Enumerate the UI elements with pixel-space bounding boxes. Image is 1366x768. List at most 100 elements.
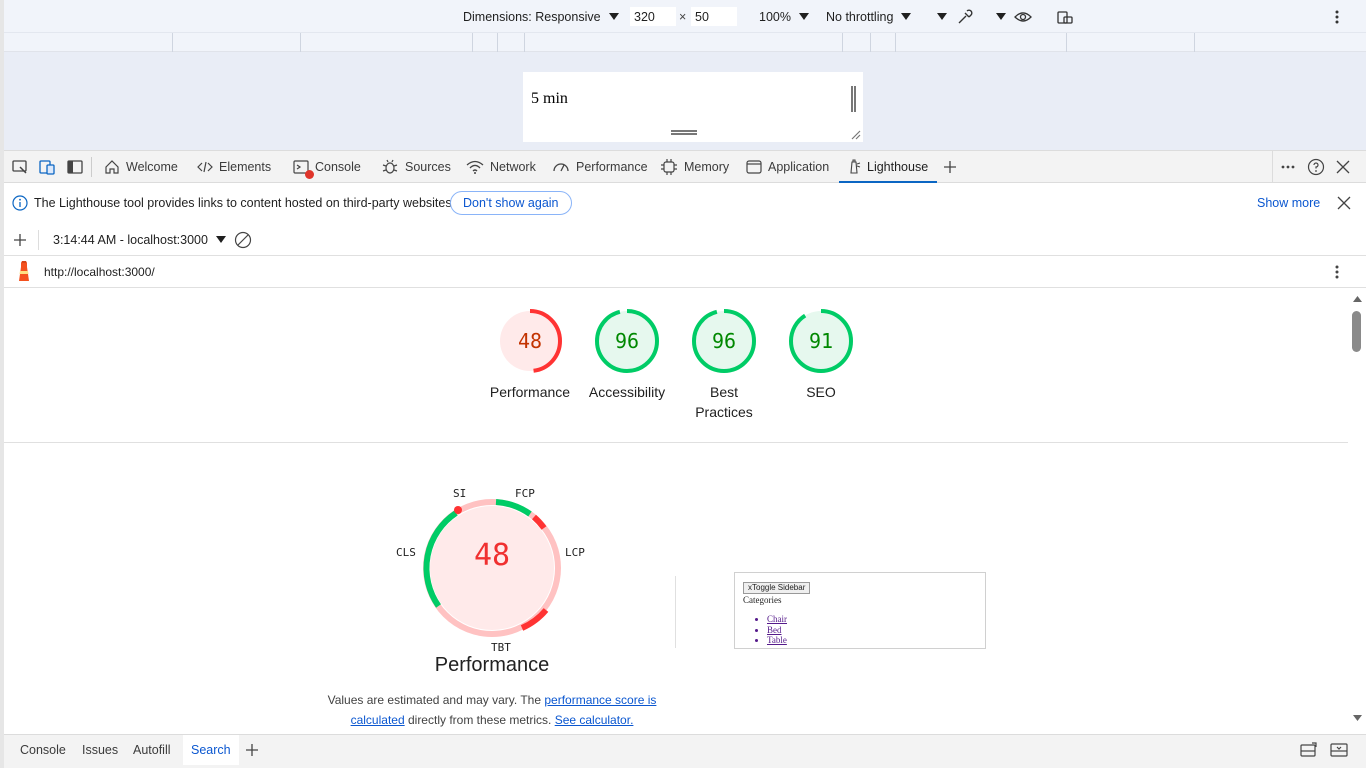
score-gauge-performance[interactable]: 48 Performance (482, 308, 578, 402)
device-viewport: 5 min (4, 52, 1366, 150)
memory-chip-icon (660, 158, 678, 176)
vision-deficiency-button[interactable] (1014, 0, 1032, 33)
drawer-add-tab-button[interactable] (245, 743, 259, 757)
metric-label-si: SI (453, 487, 467, 500)
score-value: 48 (517, 329, 543, 353)
tab-label: Memory (684, 160, 730, 174)
score-gauge-best-practices[interactable]: 96 Best Practices (676, 308, 772, 422)
score-gauge-accessibility[interactable]: 96 Accessibility (579, 308, 675, 402)
chevron-down-icon (996, 13, 1006, 20)
close-drawer-icon[interactable] (1330, 742, 1348, 758)
score-gauge-seo[interactable]: 91 SEO (773, 308, 869, 402)
close-infobar-icon[interactable] (1337, 196, 1351, 210)
width-input[interactable] (630, 7, 676, 26)
performance-note: Values are estimated and may vary. The p… (322, 690, 662, 730)
more-tools-button[interactable] (1281, 151, 1295, 183)
dimensions-dropdown[interactable]: Dimensions: Responsive (463, 0, 619, 33)
dock-side-button[interactable] (66, 151, 84, 183)
gauge-icon (552, 159, 570, 175)
throttling-label: No throttling (826, 9, 894, 24)
inspect-element-button[interactable] (11, 151, 29, 183)
tab-memory[interactable]: Memory (660, 151, 729, 183)
tab-performance[interactable]: Performance (552, 151, 648, 183)
metric-label-lcp: LCP (565, 546, 585, 559)
drawer-tab-issues[interactable]: Issues (82, 735, 118, 765)
chevron-down-icon (608, 13, 619, 20)
lighthouse-icon (847, 159, 861, 175)
throttling-dropdown[interactable]: No throttling (826, 0, 912, 33)
tab-lighthouse[interactable]: Lighthouse (839, 151, 938, 183)
device-toolbar-toggle[interactable] (38, 151, 56, 183)
inspect-icon (11, 158, 29, 176)
metric-label-cls: CLS (396, 546, 416, 559)
score-circle: 96 (594, 308, 660, 374)
tab-label: Network (490, 160, 536, 174)
sidebar-icon (66, 158, 84, 176)
lighthouse-report: 48 Performance 96 Accessibility 96 Best Pract… (4, 288, 1348, 730)
new-report-button[interactable] (13, 233, 27, 247)
close-devtools-button[interactable] (1336, 151, 1350, 183)
score-value: 96 (614, 329, 640, 353)
dimensions-label: Dimensions: Responsive (463, 9, 601, 24)
report-scrollbar[interactable] (1348, 288, 1366, 730)
tab-label: Welcome (126, 160, 178, 174)
sensors-button[interactable] (956, 0, 974, 33)
chevron-down-icon (937, 13, 947, 20)
scroll-down-arrow-icon[interactable] (1353, 715, 1362, 721)
media-query-ruler[interactable] (4, 33, 1366, 52)
report-url[interactable]: http://localhost:3000/ (44, 265, 155, 279)
report-menu-button[interactable] (1334, 264, 1340, 280)
rotate-device-icon (1056, 8, 1074, 26)
thumbnail-categories: Categories (743, 595, 782, 605)
close-icon (1336, 160, 1350, 174)
scroll-up-arrow-icon[interactable] (1353, 296, 1362, 302)
drawer-tab-console[interactable]: Console (20, 735, 66, 765)
tab-label: Elements (219, 160, 272, 174)
clear-reports-button[interactable] (234, 231, 252, 249)
dock-drawer-icon[interactable] (1300, 742, 1318, 758)
resize-handle-bottom[interactable] (671, 130, 697, 135)
more-horizontal-icon (1281, 165, 1295, 169)
tab-network[interactable]: Network (466, 151, 536, 183)
device-more-options-button[interactable] (1334, 0, 1340, 33)
save-data-dropdown[interactable] (929, 0, 947, 33)
zoom-dropdown[interactable]: 100% (759, 0, 809, 33)
performance-big-score: 48 (473, 538, 511, 573)
report-toolbar: 3:14:44 AM - localhost:3000 (4, 223, 1366, 256)
add-tab-button[interactable] (943, 151, 957, 183)
see-calculator-link[interactable]: See calculator. (555, 713, 634, 727)
drawer-tabstrip: Console Issues Autofill Search (4, 734, 1366, 768)
vision-dropdown[interactable] (988, 0, 1006, 33)
resize-handle-right[interactable] (851, 86, 856, 112)
show-more-link[interactable]: Show more (1257, 196, 1320, 210)
eye-icon (1014, 8, 1032, 26)
dont-show-again-button[interactable]: Don't show again (450, 191, 572, 215)
report-selector-dropdown[interactable]: 3:14:44 AM - localhost:3000 (53, 223, 226, 256)
metric-label-fcp: FCP (515, 487, 535, 500)
resize-corner-icon[interactable] (851, 130, 861, 140)
scrollbar-thumb[interactable] (1352, 311, 1361, 352)
tab-elements[interactable]: Elements (197, 151, 271, 183)
rotate-button[interactable] (1056, 0, 1074, 33)
height-input[interactable] (691, 7, 737, 26)
info-icon (12, 195, 28, 211)
page-content-text: 5 min (531, 90, 568, 107)
zoom-label: 100% (759, 9, 791, 24)
drawer-tab-autofill[interactable]: Autofill (133, 735, 171, 765)
emulated-page[interactable]: 5 min (523, 72, 863, 142)
score-label: Best Practices (695, 384, 753, 420)
tab-label: Lighthouse (867, 160, 929, 174)
report-selector-value: 3:14:44 AM - localhost:3000 (53, 232, 208, 247)
score-circle: 48 (497, 308, 563, 374)
help-button[interactable] (1307, 151, 1325, 183)
tab-sources[interactable]: Sources (381, 151, 451, 183)
tab-application[interactable]: Application (746, 151, 829, 183)
tab-console[interactable]: Console (293, 151, 361, 183)
eyedropper-icon (956, 8, 974, 26)
thumbnail-list-item: Table (767, 635, 787, 646)
metric-label-tbt: TBT (491, 641, 511, 654)
infobar-message: The Lighthouse tool provides links to co… (34, 196, 456, 210)
drawer-tab-search[interactable]: Search (183, 735, 239, 765)
final-screenshot-thumbnail[interactable]: xToggle Sidebar Categories Chair Bed Tab… (734, 572, 986, 649)
tab-welcome[interactable]: Welcome (104, 151, 178, 183)
